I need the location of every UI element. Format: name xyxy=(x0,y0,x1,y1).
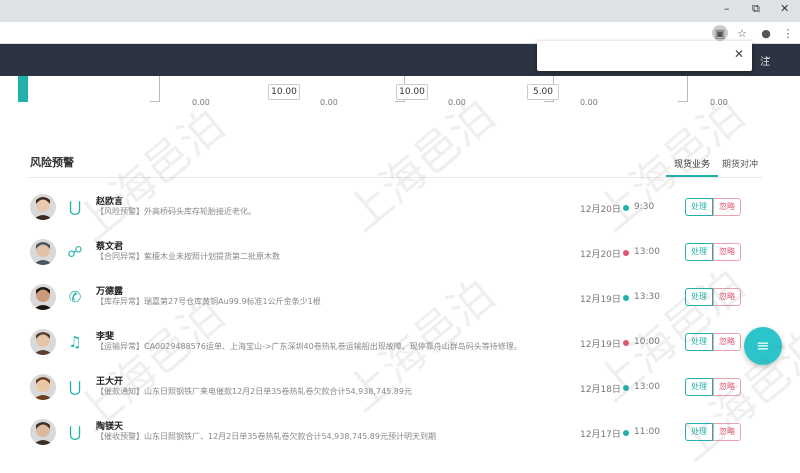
list-item: ♫ 李斐 【运输异常】CA0029488576运单、上海宝山->广东深圳40卷热轧卷… xyxy=(28,323,762,367)
alert-description: 【催款通知】山东日照钢铁厂来电催款12月2日单35卷热轧卷欠款合计54,938,… xyxy=(96,387,412,396)
gauge-zero: 0.00 xyxy=(320,98,338,107)
magnet-icon: ⋃ xyxy=(68,423,82,441)
handle-button[interactable]: 处理 xyxy=(685,288,713,306)
gauge-zero: 0.00 xyxy=(192,98,210,107)
status-dot xyxy=(623,205,629,211)
chevron-down-icon[interactable]: ⌄ xyxy=(764,52,772,62)
list-item: ⋃ 陶镁天 【催收预警】山东日照钢铁厂、12月2日单35卷热轧卷欠款合计54,938… xyxy=(28,413,762,457)
gauge-value: 5.00 xyxy=(527,84,559,100)
handle-button[interactable]: 处理 xyxy=(685,243,713,261)
divider xyxy=(28,177,762,178)
alert-date: 12月20日 xyxy=(580,250,621,260)
alert-date: 12月19日 xyxy=(580,340,621,350)
window-close-button[interactable]: ✕ xyxy=(780,2,789,15)
tab-spot[interactable]: 现货业务 xyxy=(666,157,719,177)
handle-button[interactable]: 处理 xyxy=(685,423,713,441)
find-input[interactable] xyxy=(543,46,713,66)
avatar xyxy=(30,329,56,355)
status-dot xyxy=(623,340,629,346)
avatar xyxy=(30,284,56,310)
alert-date: 12月20日 xyxy=(580,205,621,215)
gauge-zero: 0.00 xyxy=(448,98,466,107)
close-icon[interactable]: ✕ xyxy=(734,47,744,61)
fab-menu-button[interactable]: ≡ xyxy=(744,327,782,365)
ignore-button[interactable]: 忽略 xyxy=(713,243,741,261)
alert-time: 9:30 xyxy=(634,202,655,212)
profile-icon[interactable]: ● xyxy=(758,25,774,41)
alert-description: 【库存异常】瑞嘉第27号仓库黄铜Au99.9标准1公斤金条少1根 xyxy=(96,297,321,306)
alert-time: 11:00 xyxy=(634,427,660,437)
extension-icon[interactable]: ▣ xyxy=(712,25,728,41)
handle-button[interactable]: 处理 xyxy=(685,198,713,216)
alert-description: 【运输异常】CA0029488576运单、上海宝山->广东深圳40卷热轧卷运输船… xyxy=(96,342,522,351)
alert-time: 13:00 xyxy=(634,382,660,392)
handle-button[interactable]: 处理 xyxy=(685,378,713,396)
alert-date: 12月17日 xyxy=(580,430,621,440)
gauge-tick xyxy=(678,76,688,102)
alert-description: 【风险预警】外高桥码头库存轮胎接近老化。 xyxy=(96,207,256,216)
avatar xyxy=(30,374,56,400)
alert-time: 13:30 xyxy=(634,292,660,302)
gauge-value: 10.00 xyxy=(268,84,300,100)
ignore-button[interactable]: 忽略 xyxy=(713,378,741,396)
alert-description: 【合同异常】紫檀木业未按照计划提货第二批原木数 xyxy=(96,252,280,261)
magnet-icon: ⋃ xyxy=(68,378,82,396)
tab-futures[interactable]: 期货对冲 xyxy=(722,157,758,177)
status-dot xyxy=(623,385,629,391)
status-dot xyxy=(623,250,629,256)
bell-icon: ♫ xyxy=(68,333,82,351)
alert-description: 【催收预警】山东日照钢铁厂、12月2日单35卷热轧卷欠款合计54,938,745… xyxy=(96,432,436,441)
alert-date: 12月18日 xyxy=(580,385,621,395)
gauge-zero: 0.00 xyxy=(580,98,598,107)
gauge-bar xyxy=(18,76,28,102)
alert-date: 12月19日 xyxy=(580,295,621,305)
magnet-icon: ⋃ xyxy=(68,198,82,216)
avatar xyxy=(30,239,56,265)
star-icon[interactable]: ☆ xyxy=(734,25,750,41)
chat-icon: ☍ xyxy=(67,243,83,261)
window-maximize-button[interactable]: ⧉ xyxy=(752,2,760,16)
gauge-tick xyxy=(150,76,160,102)
window-minimize-button[interactable]: – xyxy=(724,2,730,15)
ignore-button[interactable]: 忽略 xyxy=(713,288,741,306)
alert-time: 10:00 xyxy=(634,337,660,347)
status-dot xyxy=(623,430,629,436)
ignore-button[interactable]: 忽略 xyxy=(713,198,741,216)
browser-titlebar xyxy=(0,0,800,22)
menu-dots-icon[interactable]: ⋮ xyxy=(780,25,796,41)
gauge-value: 10.00 xyxy=(396,84,428,100)
list-item: ⋃ 赵欧言 【风险预警】外高桥码头库存轮胎接近老化。 12月20日 9:30 处理 忽略 xyxy=(28,188,762,232)
ignore-button[interactable]: 忽略 xyxy=(713,423,741,441)
alert-time: 13:00 xyxy=(634,247,660,257)
ignore-button[interactable]: 忽略 xyxy=(713,333,741,351)
list-item: ✆ 万德露 【库存异常】瑞嘉第27号仓库黄铜Au99.9标准1公斤金条少1根 12月1… xyxy=(28,278,762,322)
status-dot xyxy=(623,295,629,301)
avatar xyxy=(30,419,56,445)
avatar xyxy=(30,194,56,220)
find-popup: ✕ xyxy=(537,41,752,71)
phone-icon: ✆ xyxy=(68,288,82,306)
gauge-zero: 0.00 xyxy=(710,98,728,107)
section-title: 风险预警 xyxy=(30,156,74,169)
handle-button[interactable]: 处理 xyxy=(685,333,713,351)
list-item: ☍ 蔡文君 【合同异常】紫檀木业未按照计划提货第二批原木数 12月20日 13:00 处理… xyxy=(28,233,762,277)
list-item: ⋃ 王大开 【催款通知】山东日照钢铁厂来电催款12月2日单35卷热轧卷欠款合计54,… xyxy=(28,368,762,412)
